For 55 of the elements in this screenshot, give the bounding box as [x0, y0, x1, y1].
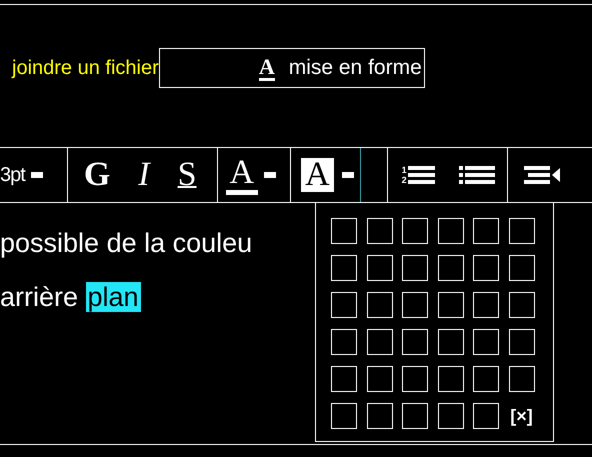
color-swatch[interactable] — [331, 329, 357, 355]
italic-button[interactable]: I — [124, 148, 164, 202]
color-swatch[interactable] — [402, 366, 428, 392]
list-number: 1 — [402, 165, 407, 175]
color-swatch[interactable] — [366, 329, 392, 355]
color-swatch[interactable] — [508, 292, 534, 318]
color-swatch[interactable] — [366, 255, 392, 281]
editor-text: arrière plan — [0, 281, 141, 314]
color-swatch[interactable] — [438, 403, 464, 429]
color-swatch[interactable] — [473, 366, 499, 392]
text-color-button[interactable]: A — [226, 156, 258, 194]
bold-button[interactable]: G — [70, 148, 124, 202]
outdent-icon[interactable] — [522, 164, 560, 186]
clear-color-button[interactable]: [×] — [508, 403, 534, 429]
underline-button[interactable]: S — [164, 148, 211, 202]
editor-text: possible de la couleu — [0, 227, 252, 260]
color-swatch[interactable] — [473, 255, 499, 281]
color-swatch[interactable] — [438, 329, 464, 355]
color-swatch[interactable] — [366, 366, 392, 392]
color-swatch[interactable] — [402, 403, 428, 429]
color-swatch[interactable] — [473, 329, 499, 355]
color-swatch[interactable] — [331, 255, 357, 281]
color-swatch[interactable] — [402, 218, 428, 244]
color-swatch[interactable] — [438, 292, 464, 318]
color-swatch[interactable] — [473, 403, 499, 429]
font-size-value: 3pt — [0, 163, 25, 188]
highlight-color-button[interactable]: A — [299, 156, 336, 194]
lines-icon — [408, 165, 435, 185]
color-swatch[interactable] — [473, 292, 499, 318]
color-swatch[interactable] — [366, 403, 392, 429]
color-swatch[interactable] — [508, 255, 534, 281]
caret-icon[interactable] — [264, 172, 276, 178]
color-swatch[interactable] — [402, 329, 428, 355]
color-swatch[interactable] — [508, 366, 534, 392]
color-swatch[interactable] — [366, 218, 392, 244]
bulleted-list-icon[interactable] — [458, 165, 495, 185]
color-swatch[interactable] — [366, 292, 392, 318]
color-swatch[interactable] — [331, 403, 357, 429]
color-swatch[interactable] — [402, 292, 428, 318]
caret-icon[interactable] — [30, 172, 43, 178]
color-swatch[interactable] — [508, 329, 534, 355]
color-swatch[interactable] — [508, 218, 534, 244]
color-swatch[interactable] — [438, 255, 464, 281]
color-swatch[interactable] — [331, 218, 357, 244]
format-button[interactable]: A mise en forme — [158, 48, 425, 88]
color-swatch[interactable] — [438, 366, 464, 392]
caret-icon[interactable] — [342, 172, 354, 178]
color-swatch[interactable] — [331, 292, 357, 318]
color-swatch[interactable] — [438, 218, 464, 244]
numbered-list-button[interactable]: 1 2 — [402, 165, 435, 185]
color-swatch[interactable] — [331, 366, 357, 392]
list-number: 2 — [402, 175, 407, 185]
color-swatch[interactable] — [402, 255, 428, 281]
color-swatch[interactable] — [473, 218, 499, 244]
attach-file-link[interactable]: joindre un fichier — [12, 53, 159, 83]
